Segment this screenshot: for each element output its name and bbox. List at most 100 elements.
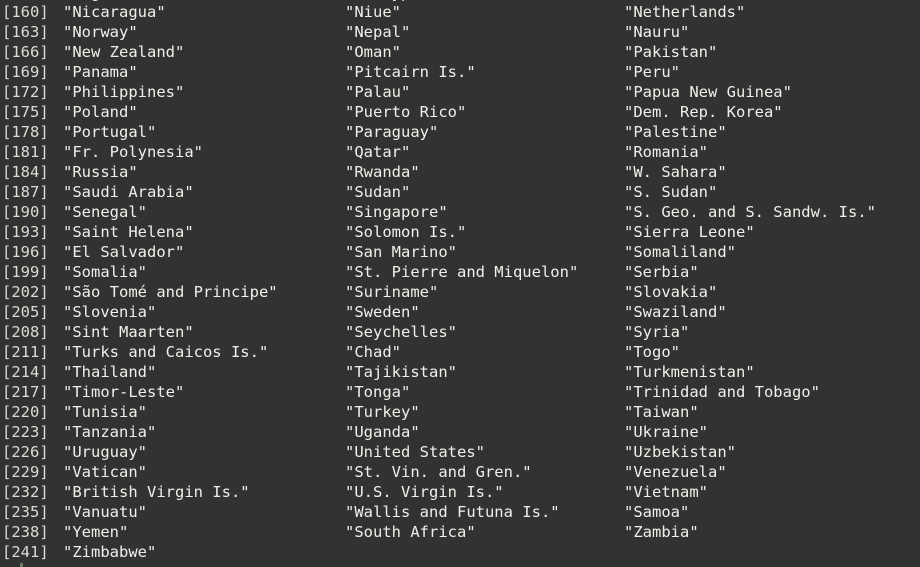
list-item-value: "United States" [345,443,485,461]
line-index: [160] [2,3,49,21]
list-item-value: "Netherlands" [624,3,746,21]
list-item-value: "Tonga" [345,383,411,401]
list-item-value: "South Africa" [345,523,476,541]
list-item-value: "El Salvador" [63,243,185,261]
line-index: [223] [2,423,49,441]
list-item-value: "Vietnam" [624,483,708,501]
output-line: [163] "Norway" "Nepal" "Nauru" [0,22,920,42]
list-item-value: "U.S. Virgin Is." [345,483,504,501]
list-item-value: "Turkmenistan" [624,363,755,381]
list-item-value: "Turks and Caicos Is." [63,343,269,361]
output-line: [217] "Timor-Leste" "Tonga" "Trinidad and T… [0,382,920,402]
list-item-value: "São Tomé and Principe" [63,283,278,301]
line-index: [220] [2,403,49,421]
list-item-value: "Niue" [345,3,401,21]
list-item-value: "Seychelles" [345,323,457,341]
list-item-value: "Oman" [345,43,401,61]
list-item-value: "Venezuela" [624,463,727,481]
line-index: [172] [2,83,49,101]
list-item-value: "Somalia" [63,263,147,281]
output-line: [238] "Yemen" "South Africa" "Zambia" [0,522,920,542]
output-line: [220] "Tunisia" "Turkey" "Taiwan" [0,402,920,422]
list-item-value: "Sudan" [345,183,411,201]
terminal-console-output[interactable]: "Niger" "N. Cyprus" "Namibia" [160]"Nica… [0,0,920,567]
output-line: [232] "British Virgin Is." "U.S. Virgin Is… [0,482,920,502]
line-index: [211] [2,343,49,361]
list-item-value: "St. Vin. and Gren." [345,463,532,481]
line-index: [163] [2,23,49,41]
list-item-value: "Yemen" [63,523,129,541]
list-item-value: "Tunisia" [63,403,147,421]
line-index: [238] [2,523,49,541]
list-item-value: "Suriname" [345,283,439,301]
output-line: [184] "Russia" "Rwanda" "W. Sahara" [0,162,920,182]
output-line: [190] "Senegal" "Singapore" "S. Geo. and S.… [0,202,920,222]
list-item-value: "Chad" [345,343,401,361]
list-item-value: "Uganda" [345,423,420,441]
output-line: [241] "Zimbabwe" [0,542,920,562]
list-item-value: "Senegal" [63,203,147,221]
list-item-value: "Tajikistan" [345,363,457,381]
list-item-value: "Russia" [63,163,138,181]
list-item-value: "Swaziland" [624,303,727,321]
line-index: [205] [2,303,49,321]
list-item-value: "Taiwan" [624,403,699,421]
output-line: [202] "São Tomé and Principe" "Suriname" "S… [0,282,920,302]
list-item-value: "Togo" [624,343,680,361]
list-item-value: "Romania" [624,143,708,161]
list-item-value: "Serbia" [624,263,699,281]
output-line: [172] "Philippines" "Palau" "Papua New Guin… [0,82,920,102]
list-item-value: "Syria" [624,323,690,341]
list-item-value: "Zimbabwe" [63,543,157,561]
list-item-value: "Ukraine" [624,423,708,441]
list-item-value: "Palau" [345,83,411,101]
list-item-value: "Wallis and Futuna Is." [345,503,560,521]
output-line: [196] "El Salvador" "San Marino" "Somalilan… [0,242,920,262]
line-index: [166] [2,43,49,61]
output-line: [214] "Thailand" "Tajikistan" "Turkmenistan… [0,362,920,382]
line-index: [202] [2,283,49,301]
line-index: [241] [2,543,49,561]
list-item-value: "Nicaragua" [63,3,166,21]
line-index: [169] [2,63,49,81]
list-item-value: "Slovenia" [63,303,157,321]
list-item-value: "Samoa" [624,503,690,521]
list-item-value: "New Zealand" [63,43,185,61]
line-index: [217] [2,383,49,401]
list-item-value: "Trinidad and Tobago" [624,383,820,401]
output-line: [229] "Vatican" "St. Vin. and Gren." "Venez… [0,462,920,482]
list-item-value: "Uruguay" [63,443,147,461]
list-item-value: "Vanuatu" [63,503,147,521]
list-item-value: "W. Sahara" [624,163,727,181]
output-line: [193] "Saint Helena" "Solomon Is." "Sierra … [0,222,920,242]
list-item-value: "Saint Helena" [63,223,194,241]
list-item-value: "Qatar" [345,143,411,161]
list-item-value: "Peru" [624,63,680,81]
output-line: [187] "Saudi Arabia" "Sudan" "S. Sudan" [0,182,920,202]
line-index: [226] [2,443,49,461]
list-item-value: "Solomon Is." [345,223,467,241]
line-index: [196] [2,243,49,261]
list-item-value: "Pitcairn Is." [345,63,476,81]
list-item-value: "Timor-Leste" [63,383,185,401]
list-item-value: "Nepal" [345,23,411,41]
output-line: [166] "New Zealand" "Oman" "Pakistan" [0,42,920,62]
list-item-value: "British Virgin Is." [63,483,250,501]
list-item-value: "Uzbekistan" [624,443,736,461]
list-item-value: "Zambia" [624,523,699,541]
list-item-value: "Palestine" [624,123,727,141]
output-line: [211] "Turks and Caicos Is." "Chad" "Togo" [0,342,920,362]
output-line: [169] "Panama" "Pitcairn Is." "Peru" [0,62,920,82]
line-index: [184] [2,163,49,181]
output-line: [175] "Poland" "Puerto Rico" "Dem. Rep. Kor… [0,102,920,122]
list-item-value: "S. Sudan" [624,183,718,201]
output-line: [208] "Sint Maarten" "Seychelles" "Syria" [0,322,920,342]
list-item-value: "Papua New Guinea" [624,83,792,101]
list-item-value: "Tanzania" [63,423,157,441]
line-index: [214] [2,363,49,381]
output-line: [181] "Fr. Polynesia" "Qatar" "Romania" [0,142,920,162]
line-index: [175] [2,103,49,121]
output-line: [223] "Tanzania" "Uganda" "Ukraine" [0,422,920,442]
list-item-value: "Saudi Arabia" [63,183,194,201]
line-index: [187] [2,183,49,201]
